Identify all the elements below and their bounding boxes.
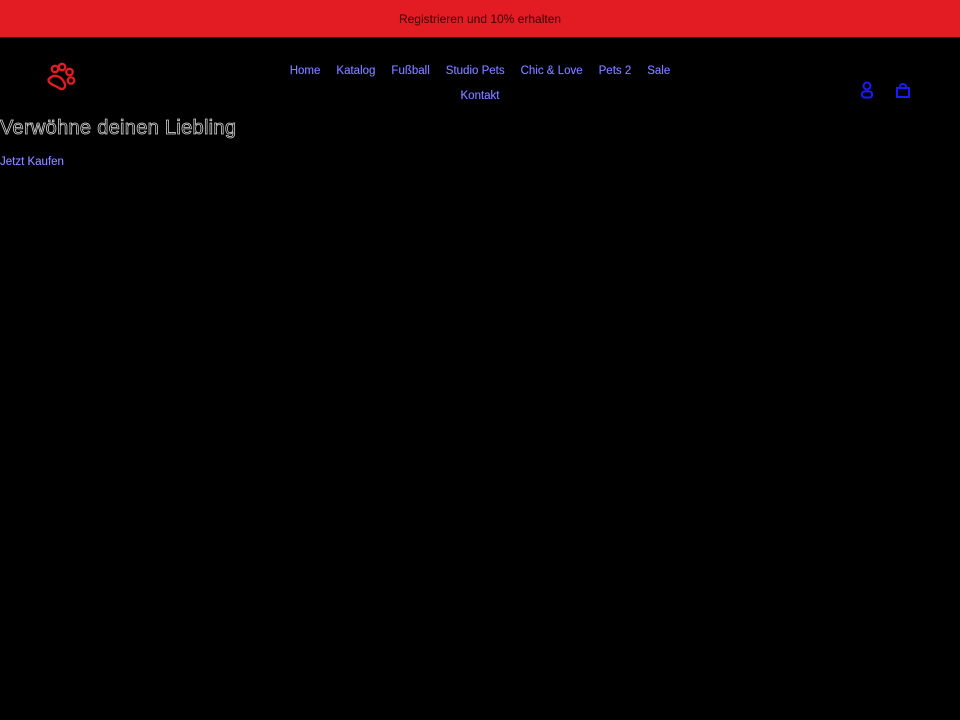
nav-kontakt[interactable]: Kontakt [460,85,499,108]
paw-icon [47,62,76,91]
nav-katalog[interactable]: Katalog [336,60,375,83]
cart-icon [896,83,910,98]
header-icons [858,80,912,100]
nav-fussball[interactable]: Fußball [391,60,430,83]
announcement-text: Registrieren und 10% erhalten [398,11,562,26]
account-button[interactable] [858,80,876,100]
nav-studio-pets[interactable]: Studio Pets [446,60,505,83]
announcement-bar[interactable]: Registrieren und 10% erhalten [0,0,960,38]
account-icon [861,81,873,99]
nav-chic-love[interactable]: Chic & Love [521,60,583,83]
shop-now-link[interactable]: Jetzt Kaufen [0,156,64,168]
logo[interactable] [44,62,78,96]
nav-pets-2[interactable]: Pets 2 [599,60,632,83]
hero-title: Verwöhne deinen Liebling [0,117,237,140]
nav-home[interactable]: Home [290,60,321,83]
cart-button[interactable] [894,80,912,100]
main-nav: Home Katalog Fußball Studio Pets Chic & Love… [240,58,720,108]
nav-sale[interactable]: Sale [647,60,670,83]
